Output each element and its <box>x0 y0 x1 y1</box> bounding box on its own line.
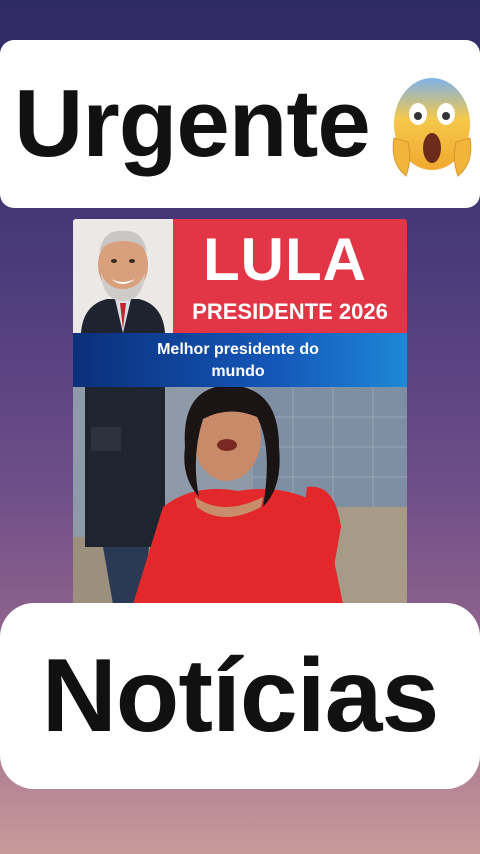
caption-line-1: Melhor presidente do <box>157 341 319 358</box>
woman-in-red-dress-street-photo <box>73 387 407 604</box>
caption-bar: Melhor presidente do mundo <box>73 333 407 387</box>
news-headline: Notícias <box>41 637 440 754</box>
top-banner: Urgente <box>0 40 480 208</box>
campaign-subtitle: PRESIDENTE 2026 <box>192 299 388 324</box>
news-card[interactable]: LULA PRESIDENTE 2026 Melhor presidente d… <box>73 219 407 604</box>
bottom-banner: Notícias <box>0 603 480 789</box>
title-panel: LULA PRESIDENTE 2026 <box>173 219 407 333</box>
urgent-headline: Urgente <box>14 70 371 177</box>
smiling-politician-portrait <box>73 219 173 333</box>
caption-line-2: mundo <box>211 363 265 380</box>
candidate-name: LULA <box>203 226 367 293</box>
face-screaming-in-fear-icon <box>392 78 472 177</box>
caption-text: Melhor presidente do mundo <box>133 339 343 383</box>
